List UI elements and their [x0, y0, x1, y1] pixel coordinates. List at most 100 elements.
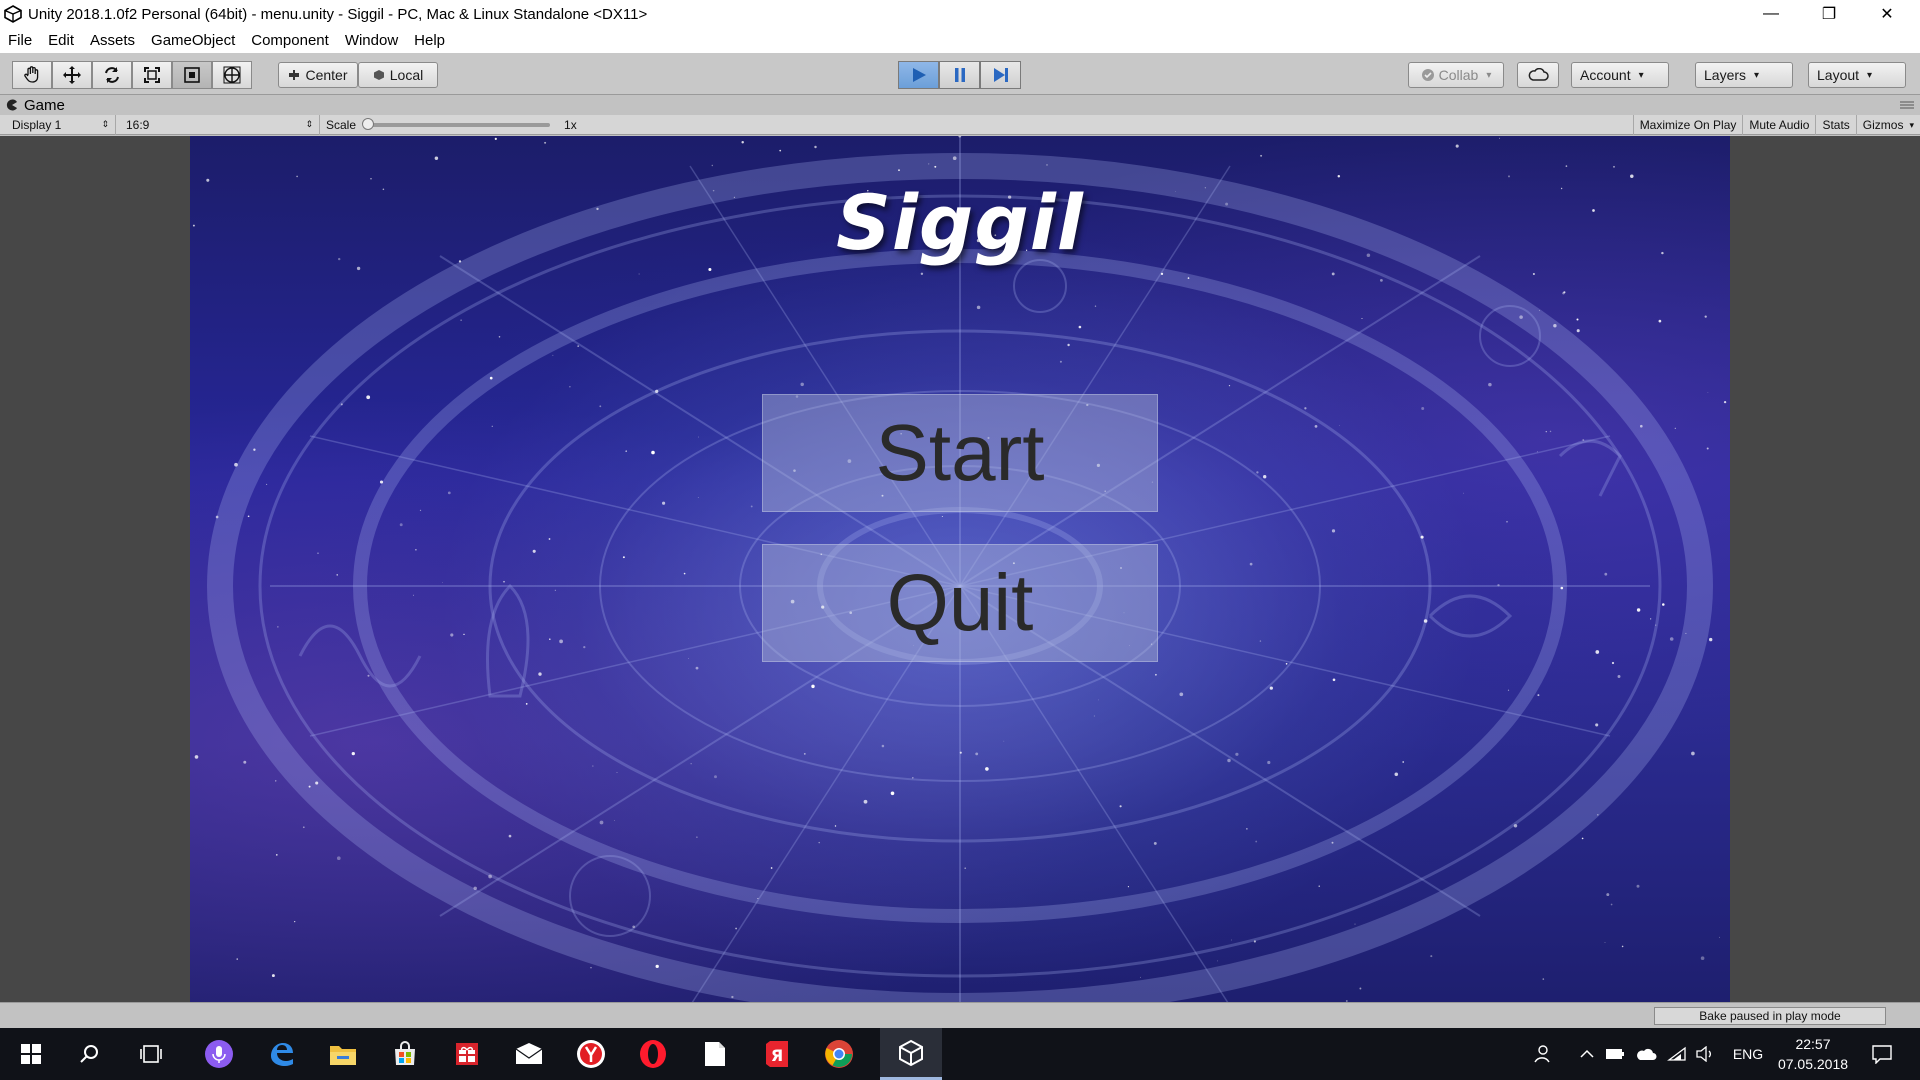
tray-expand-button[interactable]	[1574, 1028, 1600, 1080]
mute-audio-toggle[interactable]: Mute Audio	[1742, 115, 1815, 135]
tab-menu-icon[interactable]	[1900, 100, 1914, 110]
move-tool-button[interactable]	[52, 61, 92, 89]
taskbar-yandex[interactable]: Я	[746, 1028, 808, 1080]
star	[336, 574, 338, 576]
star	[1582, 439, 1585, 441]
pivot-local-button[interactable]: Local	[358, 62, 438, 88]
start-menu-button[interactable]	[0, 1028, 62, 1080]
menu-gameobject[interactable]: GameObject	[143, 32, 243, 49]
minimize-button[interactable]: —	[1742, 0, 1800, 28]
scale-slider-thumb[interactable]	[362, 117, 375, 130]
volume-button[interactable]	[1692, 1028, 1718, 1080]
scale-slider[interactable]	[362, 117, 551, 130]
taskbar-notepad[interactable]	[684, 1028, 746, 1080]
battery-button[interactable]	[1602, 1028, 1628, 1080]
display-dropdown[interactable]: Display 1 ⇕	[6, 114, 116, 135]
star	[696, 836, 698, 838]
star	[592, 765, 594, 767]
search-icon	[80, 1045, 98, 1063]
search-button[interactable]	[58, 1028, 120, 1080]
game-title: Siggil	[836, 178, 1084, 267]
updown-icon: ⇕	[101, 119, 109, 129]
menu-help[interactable]: Help	[406, 32, 453, 49]
layers-dropdown[interactable]: Layers	[1695, 62, 1793, 88]
rotate-tool-button[interactable]	[92, 61, 132, 89]
star	[1613, 165, 1615, 168]
aspect-dropdown[interactable]: 16:9 ⇕	[120, 114, 320, 135]
pause-button[interactable]	[939, 61, 980, 89]
star	[975, 752, 979, 756]
tab-game[interactable]: Game	[6, 97, 65, 114]
step-button[interactable]	[980, 61, 1021, 89]
star	[1636, 608, 1641, 612]
collab-dropdown[interactable]: Collab	[1408, 62, 1504, 88]
star	[779, 149, 782, 152]
layout-dropdown[interactable]: Layout	[1808, 62, 1906, 88]
menu-file[interactable]: File	[0, 32, 40, 49]
taskbar-gift-app[interactable]	[436, 1028, 498, 1080]
scale-tool-button[interactable]	[132, 61, 172, 89]
star	[1331, 841, 1334, 844]
rect-tool-button[interactable]	[172, 61, 212, 89]
folder-icon	[330, 1046, 356, 1065]
menu-edit[interactable]: Edit	[40, 32, 82, 49]
maximize-on-play-toggle[interactable]: Maximize On Play	[1632, 115, 1743, 135]
pivot-center-button[interactable]: Center	[278, 62, 358, 88]
onedrive-button[interactable]	[1632, 1028, 1660, 1080]
hand-tool-button[interactable]	[12, 61, 52, 89]
taskbar-unity[interactable]	[880, 1028, 942, 1080]
account-dropdown[interactable]: Account	[1571, 62, 1669, 88]
wifi-button[interactable]	[1664, 1028, 1690, 1080]
taskbar-assistant[interactable]	[188, 1028, 250, 1080]
star	[275, 854, 278, 856]
taskbar-explorer[interactable]	[312, 1028, 374, 1080]
star	[1488, 382, 1492, 387]
star	[315, 781, 319, 785]
quit-button[interactable]: Quit	[762, 544, 1158, 662]
language-indicator[interactable]: ENG	[1726, 1028, 1770, 1080]
star	[890, 791, 895, 796]
cloud-button[interactable]	[1517, 62, 1559, 88]
close-button[interactable]: ✕	[1858, 0, 1916, 28]
taskbar-chrome[interactable]	[808, 1028, 870, 1080]
star	[419, 509, 422, 512]
game-screen[interactable]: Siggil Start Quit	[190, 136, 1730, 1002]
unity-icon	[899, 1039, 923, 1066]
star	[750, 505, 753, 508]
notifications-button[interactable]	[1862, 1028, 1902, 1080]
star	[351, 751, 355, 756]
play-button[interactable]	[898, 61, 939, 89]
restore-button[interactable]: ❐	[1800, 0, 1858, 28]
star	[1610, 903, 1613, 906]
gizmos-dropdown[interactable]: Gizmos ▾	[1855, 115, 1920, 135]
menu-assets[interactable]: Assets	[82, 32, 143, 49]
task-view-button[interactable]	[120, 1028, 182, 1080]
star	[735, 927, 738, 930]
taskbar-opera[interactable]	[622, 1028, 684, 1080]
transform-icon	[223, 66, 241, 84]
unity-logo-icon	[4, 5, 22, 23]
chrome-icon	[825, 1040, 853, 1068]
start-button[interactable]: Start	[762, 394, 1158, 512]
transform-tool-button[interactable]	[212, 61, 252, 89]
taskbar-store[interactable]	[374, 1028, 436, 1080]
menu-window[interactable]: Window	[337, 32, 406, 49]
scale-label: Scale	[326, 117, 357, 132]
taskbar-yandex-browser[interactable]	[560, 1028, 622, 1080]
star	[1553, 323, 1557, 328]
people-button[interactable]	[1526, 1028, 1558, 1080]
battery-icon	[1606, 1049, 1624, 1059]
star	[296, 175, 298, 178]
game-tab-header: Game	[0, 95, 1920, 115]
microphone-icon	[205, 1040, 233, 1068]
star	[1249, 562, 1253, 566]
star	[1545, 431, 1547, 433]
taskbar-mail[interactable]	[498, 1028, 560, 1080]
menu-component[interactable]: Component	[243, 32, 337, 49]
system-clock[interactable]: 22:57 07.05.2018	[1768, 1034, 1858, 1074]
star	[1078, 325, 1082, 329]
taskbar-edge[interactable]	[250, 1028, 312, 1080]
stats-toggle[interactable]: Stats	[1815, 115, 1855, 135]
star	[655, 389, 659, 394]
star	[1259, 640, 1262, 642]
